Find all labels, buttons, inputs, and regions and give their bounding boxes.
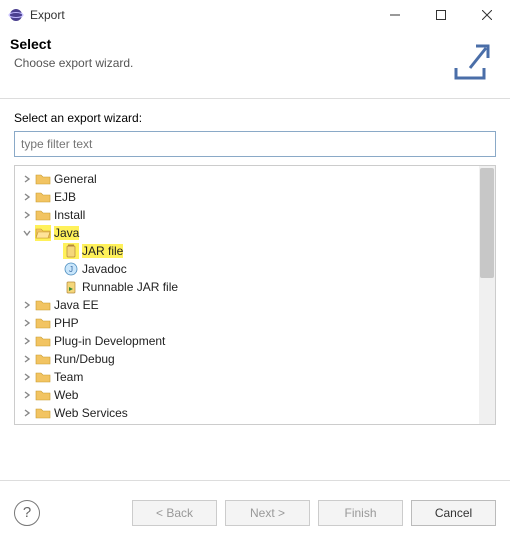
folder-open-icon bbox=[35, 225, 51, 241]
tree-item-label: Java bbox=[54, 226, 79, 240]
banner-subtitle: Choose export wizard. bbox=[14, 56, 446, 70]
chevron-right-icon[interactable] bbox=[19, 333, 35, 349]
tree-item-general[interactable]: General bbox=[19, 170, 479, 188]
tree-item-label: EJB bbox=[54, 190, 76, 204]
chevron-right-icon[interactable] bbox=[19, 351, 35, 367]
chevron-right-icon[interactable] bbox=[19, 297, 35, 313]
tree-item-xml[interactable]: XML bbox=[19, 422, 479, 424]
chevron-right-icon[interactable] bbox=[19, 369, 35, 385]
tree-item-java[interactable]: Java bbox=[19, 224, 479, 242]
minimize-button[interactable] bbox=[372, 0, 418, 30]
tree-item-jarfile[interactable]: JAR file bbox=[47, 242, 479, 260]
next-button[interactable]: Next > bbox=[225, 500, 310, 526]
button-bar: ? < Back Next > Finish Cancel bbox=[0, 480, 510, 544]
app-icon bbox=[8, 7, 24, 23]
tree-item-label: Run/Debug bbox=[54, 352, 115, 366]
back-button[interactable]: < Back bbox=[132, 500, 217, 526]
banner-title: Select bbox=[10, 36, 446, 52]
folder-icon bbox=[35, 351, 51, 367]
tree-item-label: Web Services bbox=[54, 406, 128, 420]
wizard-banner: Select Choose export wizard. bbox=[0, 30, 510, 98]
tree-item-label: Team bbox=[54, 370, 83, 384]
scrollbar[interactable] bbox=[479, 166, 495, 424]
export-icon bbox=[446, 38, 494, 86]
folder-icon bbox=[35, 297, 51, 313]
chevron-down-icon[interactable] bbox=[19, 225, 35, 241]
wizard-tree[interactable]: General EJB Install Java bbox=[14, 165, 496, 425]
jar-icon bbox=[63, 243, 79, 259]
tree-item-label: JAR file bbox=[82, 244, 123, 258]
folder-icon bbox=[35, 315, 51, 331]
tree-item-javaee[interactable]: Java EE bbox=[19, 296, 479, 314]
chevron-right-icon[interactable] bbox=[19, 423, 35, 424]
tree-item-runnable[interactable]: Runnable JAR file bbox=[47, 278, 479, 296]
cancel-button[interactable]: Cancel bbox=[411, 500, 496, 526]
tree-item-web[interactable]: Web bbox=[19, 386, 479, 404]
tree-item-label: Runnable JAR file bbox=[82, 280, 178, 294]
tree-item-rundebug[interactable]: Run/Debug bbox=[19, 350, 479, 368]
tree-item-label: Install bbox=[54, 208, 85, 222]
tree-item-label: Javadoc bbox=[82, 262, 127, 276]
folder-icon bbox=[35, 207, 51, 223]
chevron-right-icon[interactable] bbox=[19, 207, 35, 223]
tree-item-ejb[interactable]: EJB bbox=[19, 188, 479, 206]
tree-item-label: PHP bbox=[54, 316, 79, 330]
tree-item-label: General bbox=[54, 172, 97, 186]
section-label: Select an export wizard: bbox=[14, 111, 496, 125]
tree-item-javadoc[interactable]: J Javadoc bbox=[47, 260, 479, 278]
tree-item-label: Plug-in Development bbox=[54, 334, 165, 348]
folder-icon bbox=[35, 387, 51, 403]
finish-button[interactable]: Finish bbox=[318, 500, 403, 526]
tree-item-plugindev[interactable]: Plug-in Development bbox=[19, 332, 479, 350]
folder-icon bbox=[35, 405, 51, 421]
close-button[interactable] bbox=[464, 0, 510, 30]
chevron-right-icon[interactable] bbox=[19, 387, 35, 403]
window-title: Export bbox=[30, 8, 372, 22]
chevron-right-icon[interactable] bbox=[19, 405, 35, 421]
folder-icon bbox=[35, 333, 51, 349]
folder-icon bbox=[35, 171, 51, 187]
tree-item-install[interactable]: Install bbox=[19, 206, 479, 224]
titlebar: Export bbox=[0, 0, 510, 30]
tree-item-webservices[interactable]: Web Services bbox=[19, 404, 479, 422]
tree-item-php[interactable]: PHP bbox=[19, 314, 479, 332]
filter-input[interactable] bbox=[14, 131, 496, 157]
maximize-button[interactable] bbox=[418, 0, 464, 30]
folder-icon bbox=[35, 369, 51, 385]
help-button[interactable]: ? bbox=[14, 500, 40, 526]
chevron-right-icon[interactable] bbox=[19, 189, 35, 205]
javadoc-icon: J bbox=[63, 261, 79, 277]
svg-text:J: J bbox=[69, 265, 73, 274]
chevron-right-icon[interactable] bbox=[19, 171, 35, 187]
runnable-jar-icon bbox=[63, 279, 79, 295]
chevron-right-icon[interactable] bbox=[19, 315, 35, 331]
folder-icon bbox=[35, 189, 51, 205]
tree-item-label: Java EE bbox=[54, 298, 99, 312]
tree-item-label: Web bbox=[54, 388, 78, 402]
tree-item-team[interactable]: Team bbox=[19, 368, 479, 386]
scrollbar-thumb[interactable] bbox=[480, 168, 494, 278]
folder-icon bbox=[35, 423, 51, 424]
